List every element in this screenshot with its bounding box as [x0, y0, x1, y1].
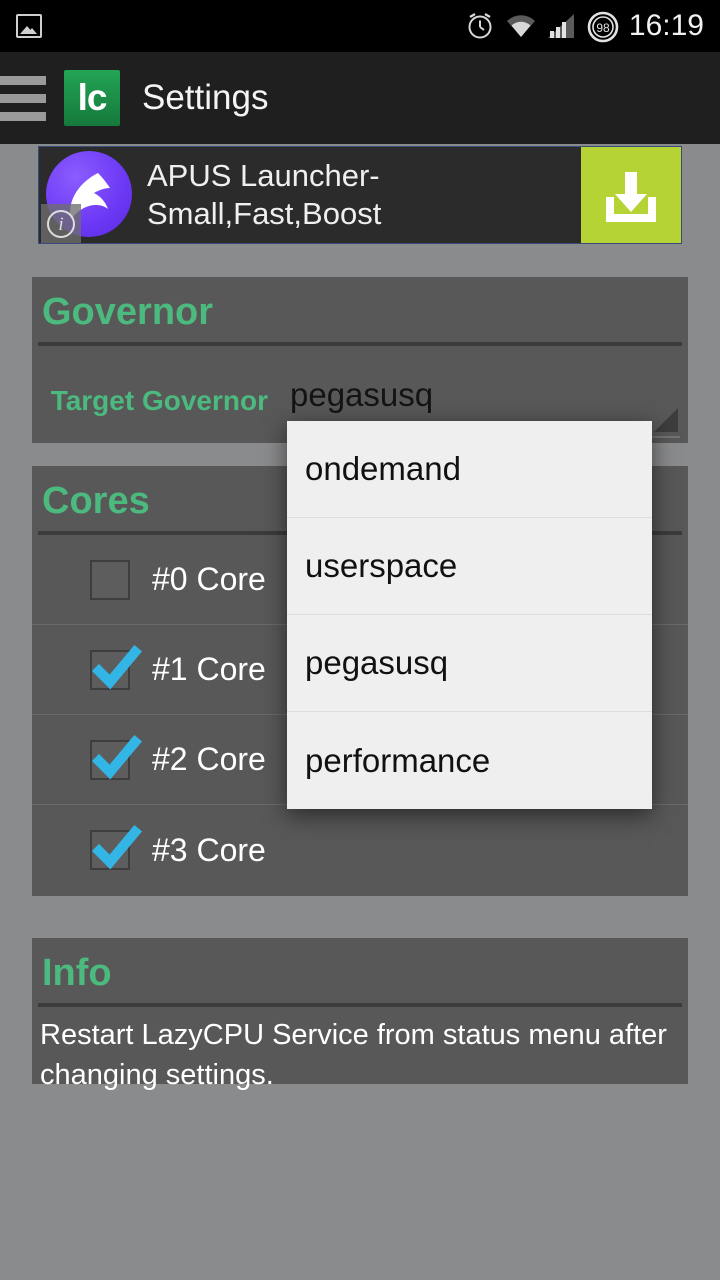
ad-icon-container: i	[39, 147, 137, 243]
dropdown-option-pegasusq[interactable]: pegasusq	[287, 615, 652, 712]
ad-headline-line1: APUS Launcher-	[147, 158, 380, 193]
photo-icon	[16, 14, 42, 38]
core-row[interactable]: #3 Core	[32, 805, 688, 895]
status-bar-notifications	[0, 14, 465, 38]
governor-dropdown-popup[interactable]: ondemand userspace pegasusq performance	[287, 421, 652, 809]
core-checkbox[interactable]	[90, 734, 143, 780]
ad-download-button[interactable]	[581, 147, 681, 243]
dropdown-option-userspace[interactable]: userspace	[287, 518, 652, 615]
dropdown-option-label: pegasusq	[305, 644, 449, 681]
core-label: #2 Core	[152, 741, 266, 777]
app-icon: lc	[64, 70, 120, 126]
info-card: Info Restart LazyCPU Service from status…	[32, 938, 688, 1091]
hamburger-bar	[0, 111, 46, 121]
hamburger-bar	[0, 75, 46, 85]
hamburger-menu-icon[interactable]	[0, 75, 46, 121]
dropdown-option-performance[interactable]: performance	[287, 712, 652, 809]
page-title: Settings	[142, 78, 269, 117]
dropdown-option-label: ondemand	[305, 450, 461, 487]
signal-icon	[547, 13, 575, 39]
ad-banner[interactable]: i APUS Launcher- Small,Fast,Boost	[38, 146, 682, 244]
ad-info-label: i	[47, 210, 75, 238]
app-screen: 98 16:19 lc Settings i APUS Launcher- Sm…	[0, 0, 720, 1280]
checkmark-icon	[91, 824, 143, 870]
target-governor-value: pegasusq	[290, 376, 434, 413]
ad-headline-line2: Small,Fast,Boost	[147, 196, 382, 231]
governor-card: Governor Target Governor pegasusq	[32, 277, 688, 443]
dropdown-option-label: userspace	[305, 547, 458, 584]
core-checkbox[interactable]	[90, 559, 130, 600]
spinner-dropdown-arrow-icon	[654, 408, 678, 432]
info-section-title: Info	[42, 952, 112, 994]
core-label: #3 Core	[152, 831, 266, 868]
action-bar: lc Settings	[0, 52, 720, 144]
status-bar: 98 16:19	[0, 0, 720, 52]
dropdown-option-label: performance	[305, 741, 491, 779]
core-label: #0 Core	[152, 561, 266, 597]
status-bar-system-icons: 98 16:19	[465, 9, 720, 43]
alarm-icon	[465, 11, 495, 41]
ad-headline: APUS Launcher- Small,Fast,Boost	[137, 157, 581, 233]
wifi-icon	[505, 13, 537, 39]
checkmark-icon	[91, 644, 143, 689]
download-icon	[606, 172, 656, 222]
core-checkbox[interactable]	[90, 644, 143, 690]
info-message: Restart LazyCPU Service from status menu…	[40, 1019, 667, 1091]
checkmark-icon	[91, 734, 143, 779]
status-bar-clock: 16:19	[628, 9, 704, 42]
governor-section-title: Governor	[42, 291, 214, 333]
ad-info-badge[interactable]: i	[41, 204, 81, 243]
hamburger-bar	[0, 93, 46, 103]
core-label: #1 Core	[152, 651, 266, 687]
core-checkbox[interactable]	[90, 824, 143, 870]
battery-percent-text: 98	[596, 21, 610, 35]
dropdown-option-ondemand[interactable]: ondemand	[287, 421, 652, 518]
battery-icon: 98	[585, 9, 619, 43]
target-governor-label: Target Governor	[50, 385, 268, 416]
